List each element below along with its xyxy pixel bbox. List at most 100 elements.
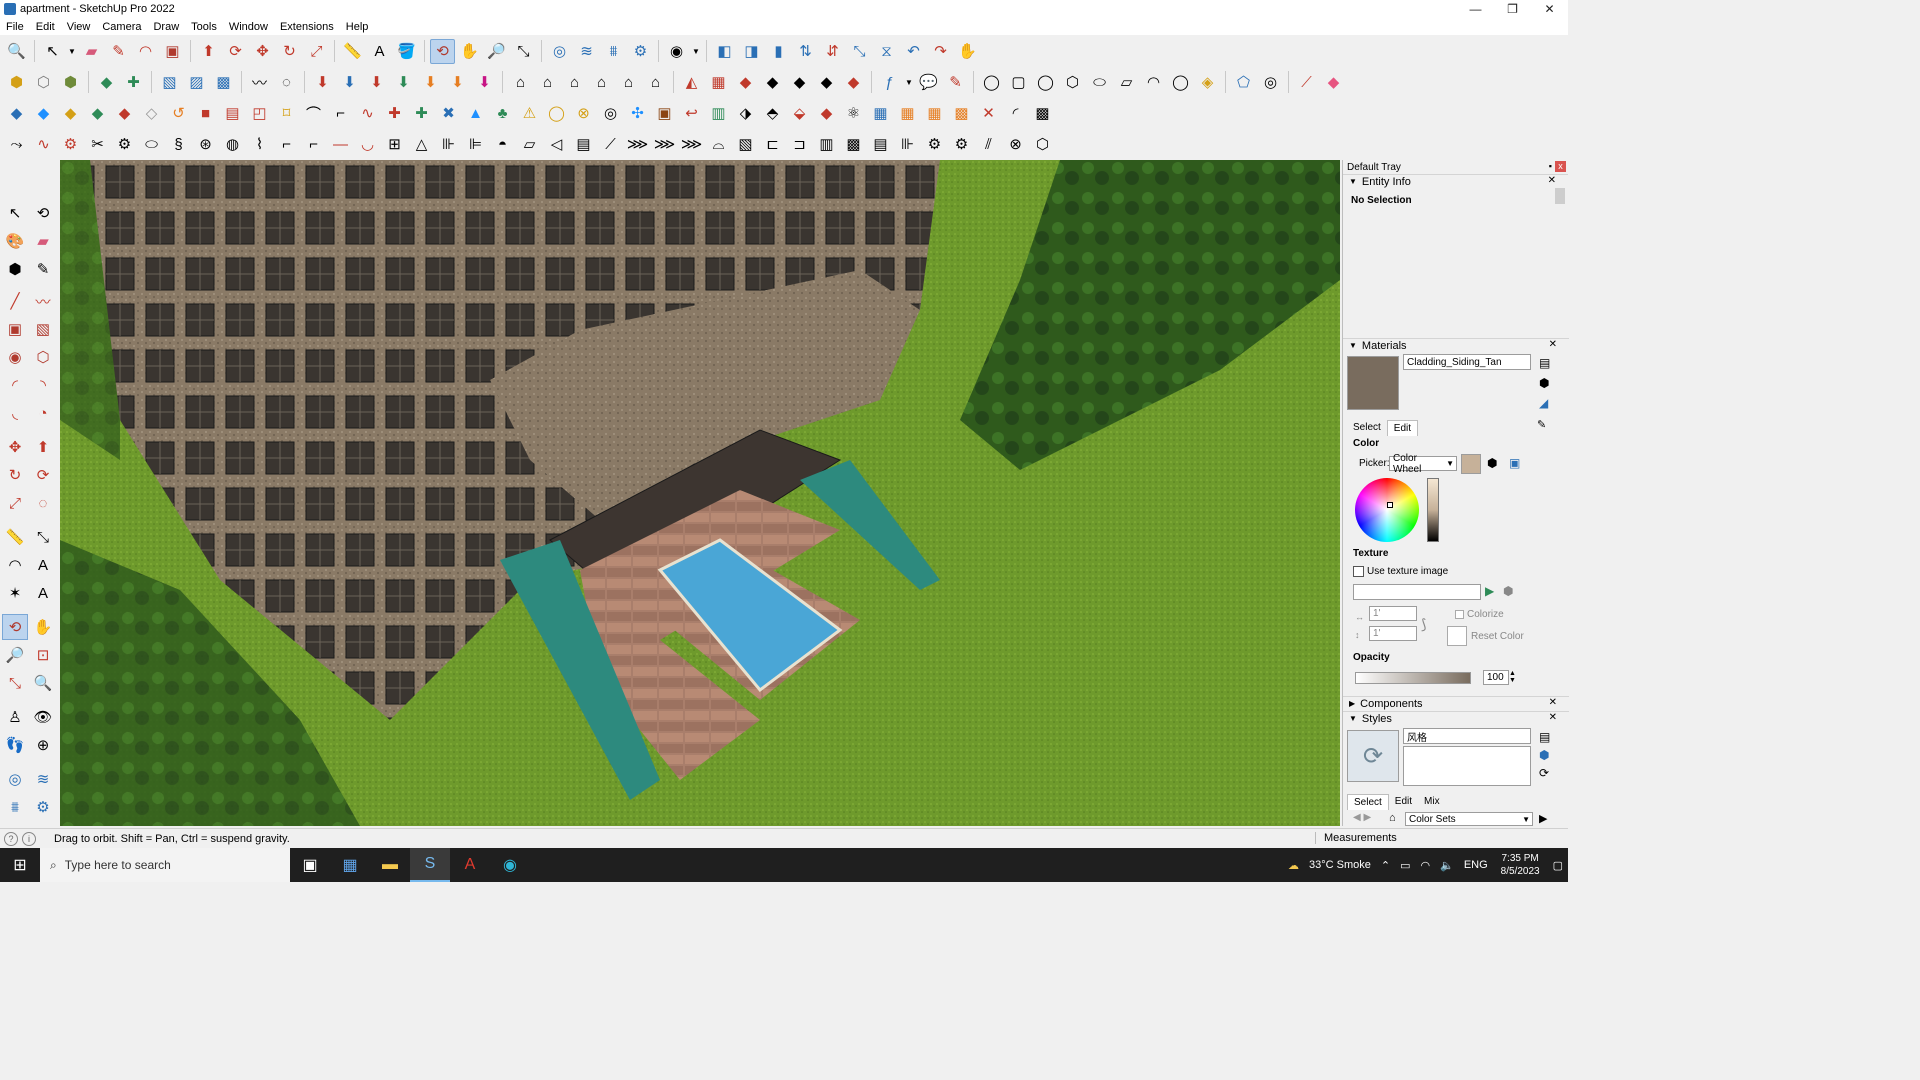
help-icon[interactable]: ? (4, 831, 18, 846)
warehouse-left-icon[interactable]: ◎ (2, 766, 28, 792)
pattern-4-icon[interactable]: ⊪ (895, 132, 920, 157)
arc3-tool-icon[interactable]: ◟ (2, 400, 28, 426)
texture-edit-icon[interactable]: ⬢ (1503, 584, 1513, 598)
styles-tab-mix[interactable]: Mix (1418, 794, 1446, 810)
section-plane-icon[interactable]: ◧ (712, 39, 737, 64)
hand-icon[interactable]: ✋ (955, 39, 980, 64)
styles-tab-select[interactable]: Select (1347, 794, 1389, 810)
push-magenta-icon[interactable]: ⬇ (472, 70, 497, 95)
zoom-extents-icon[interactable]: ⤡ (511, 39, 536, 64)
house-4-icon[interactable]: ⌂ (589, 70, 614, 95)
walk-tool-icon[interactable]: 👣 (2, 732, 28, 758)
back-arrow-icon[interactable]: ◀ ▶ (1353, 812, 1371, 823)
rectangle-icon[interactable]: ▣ (160, 39, 185, 64)
box-brown-icon[interactable]: ▣ (652, 101, 677, 126)
material-browser-icon[interactable]: ⬢ (1539, 376, 1549, 390)
shape-2-icon[interactable]: ▢ (1006, 70, 1031, 95)
hook-red-icon[interactable]: ↩ (679, 101, 704, 126)
ext-manager-left-icon[interactable]: ⚙ (30, 794, 56, 820)
3d-text-tool-icon[interactable]: A (30, 580, 56, 606)
menu-view[interactable]: View (61, 21, 97, 33)
dotted-arc-icon[interactable]: ◜ (1003, 101, 1028, 126)
network-icon[interactable]: ▭ (1400, 859, 1410, 872)
warning-icon[interactable]: ⚠ (517, 101, 542, 126)
sort-up-icon[interactable]: ⇅ (793, 39, 818, 64)
windows-start-icon[interactable]: ⊞ (0, 848, 40, 882)
push-orange-2-icon[interactable]: ⬇ (445, 70, 470, 95)
pen-icon[interactable]: ✎ (943, 70, 968, 95)
menu-file[interactable]: File (0, 21, 30, 33)
dropdown-chevron-icon[interactable]: ▼ (67, 39, 77, 64)
taskbar-search-box[interactable]: ⌕ Type here to search (40, 848, 290, 882)
opacity-input[interactable]: 100 (1483, 670, 1509, 685)
helix-icon[interactable]: ⊛ (193, 132, 218, 157)
fx-icon[interactable]: ƒ (877, 70, 902, 95)
show-hidden-icons-icon[interactable]: ⌃ (1381, 859, 1390, 872)
pie-tool-icon[interactable]: ◔ (30, 400, 56, 426)
spiral-icon[interactable]: ↺ (166, 101, 191, 126)
browse-folder-icon[interactable]: ▶ (1485, 584, 1494, 598)
file-explorer-icon[interactable]: ▬ (370, 848, 410, 882)
grid-orange-3-icon[interactable]: ▩ (949, 101, 974, 126)
shape-7-icon[interactable]: ◠ (1141, 70, 1166, 95)
slab-icon[interactable]: ▱ (517, 132, 542, 157)
push-orange-icon[interactable]: ⬇ (418, 70, 443, 95)
component-6-icon[interactable]: ▦ (868, 101, 893, 126)
sandbox-icon[interactable]: ◆ (94, 70, 119, 95)
grid-orange-2-icon[interactable]: ▦ (922, 101, 947, 126)
extension-warehouse-icon[interactable]: ≋ (574, 39, 599, 64)
house-2-icon[interactable]: ⌂ (535, 70, 560, 95)
color-wheel-handle[interactable] (1387, 502, 1393, 508)
section-display-icon[interactable]: ◨ (739, 39, 764, 64)
menu-tools[interactable]: Tools (185, 21, 223, 33)
pattern-1-icon[interactable]: ▥ (814, 132, 839, 157)
acrobat-icon[interactable]: A (450, 848, 490, 882)
picker-select[interactable]: Color Wheel ▼ (1389, 453, 1457, 475)
calculator-app-icon[interactable]: ▦ (330, 848, 370, 882)
box-tool-icon[interactable]: ⬢ (2, 256, 28, 282)
line-red-2-icon[interactable]: — (328, 132, 353, 157)
layer-grey-icon[interactable]: ◇ (139, 101, 164, 126)
tape-measure-icon[interactable]: 📏 (340, 39, 365, 64)
pin-icon[interactable]: ▪ (1549, 161, 1552, 171)
shape-3-icon[interactable]: ◯ (1033, 70, 1058, 95)
house-6-icon[interactable]: ⌂ (643, 70, 668, 95)
cross-blue-icon[interactable]: ✖ (436, 101, 461, 126)
account-icon[interactable]: ◉ (664, 39, 689, 64)
axis-blue-icon[interactable]: ✣ (625, 101, 650, 126)
arc-red-icon[interactable]: ◡ (355, 132, 380, 157)
pattern-2-icon[interactable]: ▩ (841, 132, 866, 157)
chair-icon[interactable]: ⌑ (274, 101, 299, 126)
bezier-icon[interactable]: ⤳ (4, 132, 29, 157)
curve-red-icon[interactable]: ∿ (355, 101, 380, 126)
polygon-tool-icon[interactable]: ⬡ (30, 344, 56, 370)
shape-5-icon[interactable]: ⬭ (1087, 70, 1112, 95)
zoom-tool-icon[interactable]: 🔎 (484, 39, 509, 64)
task-view-icon[interactable]: ▣ (290, 848, 330, 882)
materials-close-icon[interactable]: ✕ (1549, 339, 1557, 350)
layout-icon[interactable]: ⩩ (601, 39, 626, 64)
rotated-rect-tool-icon[interactable]: ▧ (30, 316, 56, 342)
curve-icon[interactable]: 〰 (247, 70, 272, 95)
swirl-icon[interactable]: ◎ (598, 101, 623, 126)
freehand-tool-icon[interactable]: 〰 (30, 288, 56, 314)
orbit-icon[interactable]: ⟲ (430, 38, 455, 64)
push-green-icon[interactable]: ⬇ (391, 70, 416, 95)
shape-4-icon[interactable]: ⬡ (1060, 70, 1085, 95)
move-icon[interactable]: ✥ (250, 39, 275, 64)
opacity-spinner[interactable]: ▲ ▼ (1509, 670, 1516, 684)
paint-icon[interactable]: 🎨 (2, 228, 28, 254)
sketchup-taskbar-icon[interactable]: S (410, 848, 450, 882)
extension-manager-icon[interactable]: ⚙ (628, 39, 653, 64)
square-red-icon[interactable]: ■ (193, 101, 218, 126)
redo-icon[interactable]: ↷ (928, 39, 953, 64)
move-tool-icon[interactable]: ✥ (2, 434, 28, 460)
look-around-tool-icon[interactable]: 👁 (30, 704, 56, 730)
circle-tool-icon[interactable]: ◉ (2, 344, 28, 370)
frame-icon[interactable]: ◰ (247, 101, 272, 126)
layer-green-icon[interactable]: ◆ (85, 101, 110, 126)
axes-icon[interactable]: ⤡ (847, 39, 872, 64)
shape-11-icon[interactable]: ◎ (1258, 70, 1283, 95)
color-wheel[interactable] (1355, 478, 1419, 542)
scissors-icon[interactable]: ✂ (85, 132, 110, 157)
